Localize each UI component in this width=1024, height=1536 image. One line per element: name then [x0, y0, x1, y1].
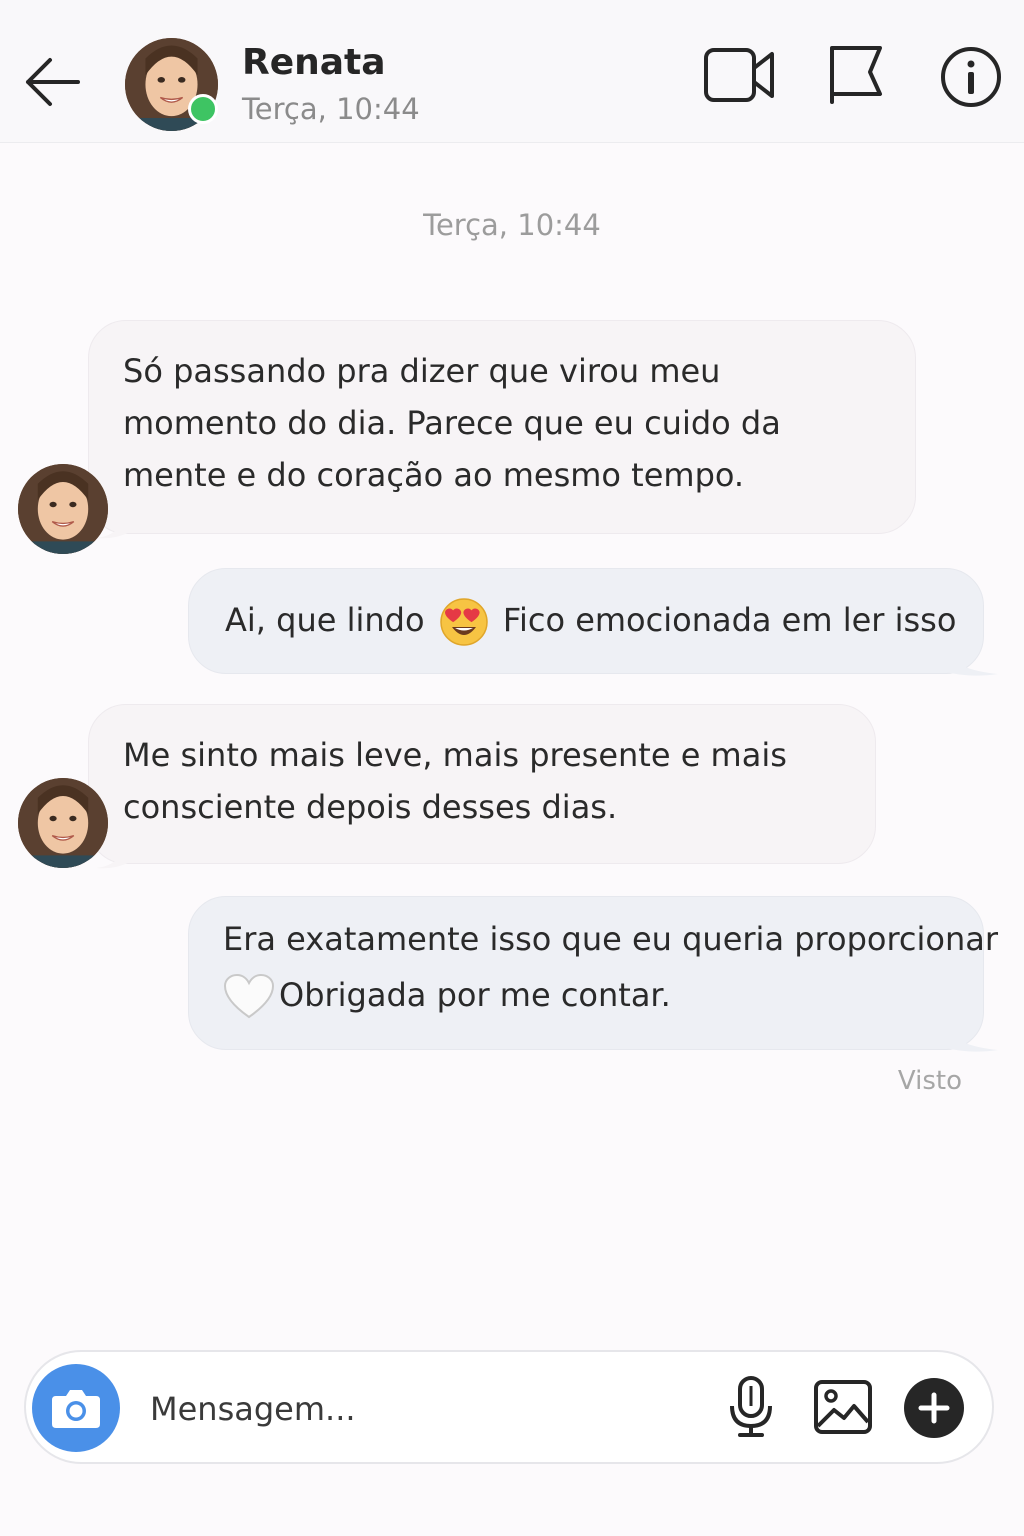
incoming-message-bubble[interactable]: Me sinto mais leve, mais presente e mais…: [88, 704, 876, 864]
info-button[interactable]: [940, 46, 1002, 112]
bubble-tail: [946, 652, 998, 676]
seen-receipt: Visto: [897, 1066, 962, 1096]
camera-button[interactable]: [32, 1364, 120, 1452]
bubble-tail: [946, 1028, 998, 1052]
message-text: Fico emocionada em ler isso: [502, 601, 957, 639]
image-icon: [814, 1380, 872, 1434]
back-arrow-icon: [26, 58, 80, 106]
outgoing-message-bubble[interactable]: Era exatamente isso que eu queria propor…: [188, 896, 999, 1050]
time-divider: Terça, 10:44: [423, 208, 601, 242]
back-button[interactable]: [20, 52, 84, 112]
online-status-dot: [188, 94, 218, 124]
last-seen-status: Terça, 10:44: [242, 92, 420, 126]
report-button[interactable]: [828, 44, 884, 108]
message-text: Só passando pra dizer que virou meu mome…: [123, 352, 781, 494]
outgoing-message-bubble[interactable]: Ai, que lindo Fico emocionada em ler iss…: [188, 568, 984, 674]
video-camera-icon: [704, 48, 774, 102]
chat-header: Renata Terça, 10:44: [0, 0, 1024, 143]
incoming-message-bubble[interactable]: Só passando pra dizer que virou meu mome…: [88, 320, 916, 534]
sender-avatar[interactable]: [18, 464, 108, 554]
video-call-button[interactable]: [704, 44, 776, 110]
sender-avatar[interactable]: [18, 778, 108, 868]
more-options-button[interactable]: [904, 1378, 964, 1438]
heart-eyes-emoji-icon: [439, 598, 488, 646]
voice-message-button[interactable]: [728, 1376, 774, 1442]
white-heart-emoji-icon: [223, 973, 275, 1019]
contact-name[interactable]: Renata: [242, 42, 386, 83]
flag-icon: [830, 46, 882, 104]
message-text: Ai, que lindo: [225, 601, 425, 639]
plus-icon: [918, 1392, 950, 1424]
bubble-tail: [96, 846, 136, 869]
message-input[interactable]: [148, 1378, 692, 1440]
message-line: Obrigada por me contar.: [223, 967, 949, 1023]
message-text: Me sinto mais leve, mais presente e mais…: [123, 736, 787, 826]
microphone-icon: [730, 1376, 772, 1437]
message-text: Obrigada por me contar.: [279, 976, 671, 1014]
message-text: Era exatamente isso que eu queria propor…: [223, 920, 999, 958]
camera-icon: [52, 1390, 100, 1428]
info-icon: [941, 47, 1001, 107]
gallery-button[interactable]: [814, 1378, 872, 1440]
